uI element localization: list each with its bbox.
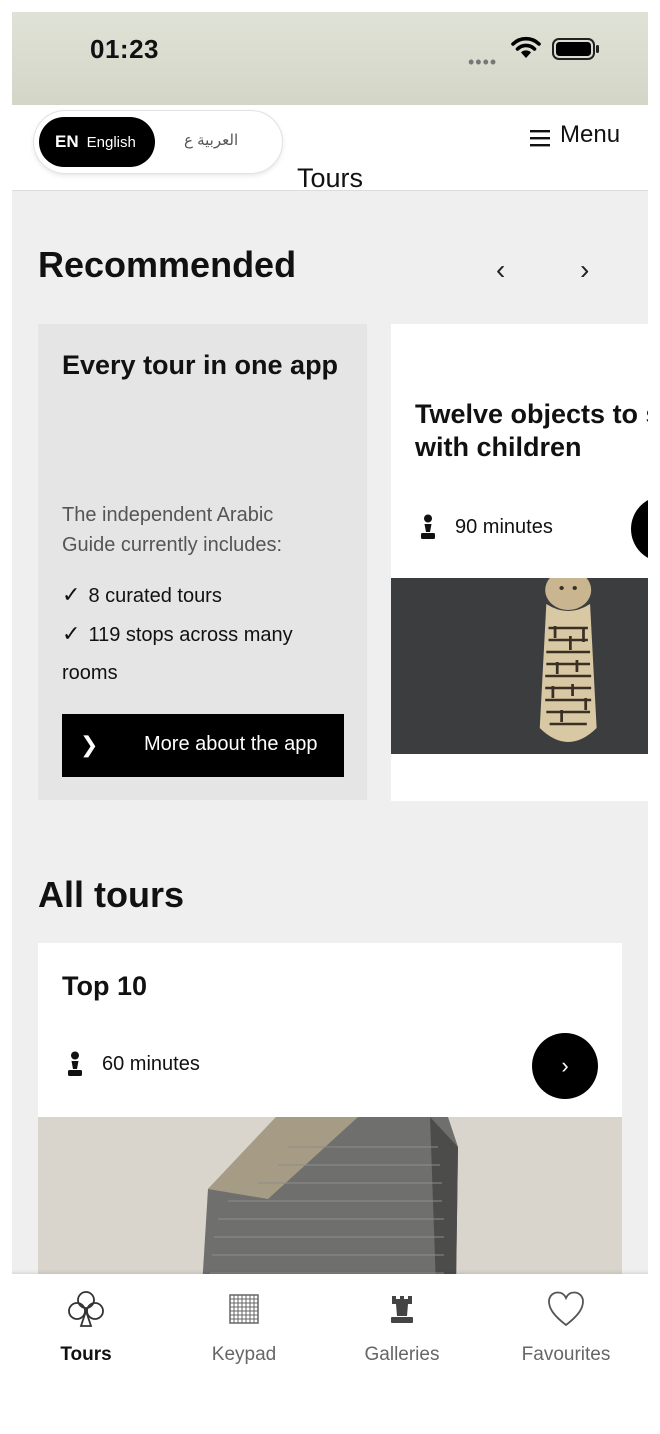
chevron-right-icon: ❯ bbox=[80, 732, 99, 757]
menu-label: Menu bbox=[560, 121, 621, 148]
tab-label: Keypad bbox=[211, 1344, 277, 1365]
language-arabic-button[interactable]: العربية ع bbox=[184, 131, 238, 149]
status-bar: 01:23 •••• bbox=[12, 12, 648, 105]
tab-label: Favourites bbox=[521, 1344, 611, 1365]
tour-card-top-10[interactable]: Top 10 60 minutes › bbox=[38, 943, 622, 1283]
carousel-next-button[interactable]: › bbox=[580, 254, 589, 286]
tour-duration: 60 minutes bbox=[66, 1051, 200, 1077]
list-item-text: 119 stops across many rooms bbox=[62, 624, 293, 684]
checkmark-icon: ✓ bbox=[62, 621, 81, 646]
tour-card-title: Twelve objects to s with children bbox=[415, 398, 648, 464]
app-info-description: The independent Arabic Guide currently i… bbox=[62, 504, 283, 556]
tour-duration-text: 90 minutes bbox=[455, 515, 553, 538]
tour-duration: 90 minutes bbox=[419, 514, 553, 540]
pawn-icon bbox=[68, 1051, 82, 1076]
tour-card-title-line: Twelve objects to s bbox=[415, 399, 648, 429]
more-about-app-button[interactable]: ❯ More about the app bbox=[62, 714, 344, 777]
menu-button[interactable]: Menu bbox=[530, 121, 620, 149]
more-about-app-label: More about the app bbox=[144, 733, 318, 755]
tab-keypad[interactable]: Keypad bbox=[174, 1286, 314, 1366]
phone-screen: 01:23 •••• EN English العربية ع Menu Tou… bbox=[12, 12, 648, 1434]
wifi-icon bbox=[511, 36, 541, 58]
mummy-coffin-image bbox=[391, 578, 648, 754]
tour-go-button[interactable] bbox=[631, 496, 648, 562]
language-english-button[interactable]: EN English bbox=[39, 117, 155, 167]
list-item: ✓ 8 curated tours bbox=[62, 576, 332, 615]
heart-icon bbox=[548, 1291, 584, 1327]
rosetta-stone-image bbox=[38, 1117, 622, 1283]
carousel-prev-button[interactable]: ‹ bbox=[496, 254, 505, 286]
club-icon bbox=[68, 1291, 104, 1327]
battery-icon bbox=[552, 38, 599, 60]
list-item-text: 8 curated tours bbox=[88, 585, 222, 607]
rook-icon bbox=[391, 1296, 413, 1323]
tour-duration-text: 60 minutes bbox=[102, 1052, 200, 1075]
tab-tours[interactable]: Tours bbox=[16, 1286, 156, 1366]
app-info-card: Every tour in one app The independent Ar… bbox=[38, 324, 367, 800]
cellular-signal-icon: •••• bbox=[468, 52, 498, 72]
keypad-grid-icon bbox=[229, 1294, 259, 1324]
tour-card-title-line: with children bbox=[415, 432, 582, 462]
all-tours-heading: All tours bbox=[38, 874, 185, 915]
hamburger-icon bbox=[530, 130, 550, 147]
page-title: Tours bbox=[296, 163, 364, 193]
list-item: ✓ 119 stops across many rooms bbox=[62, 615, 332, 692]
app-header: EN English العربية ع Menu Tours bbox=[12, 105, 648, 193]
language-code: EN bbox=[55, 132, 79, 151]
bottom-tab-bar: Tours Keypad Galleries Favourites bbox=[12, 1274, 648, 1434]
pawn-icon bbox=[421, 514, 435, 539]
tab-galleries[interactable]: Galleries bbox=[332, 1286, 472, 1366]
tour-card-title: Top 10 bbox=[62, 971, 148, 1001]
language-label: English bbox=[86, 133, 136, 151]
app-info-list: ✓ 8 curated tours ✓ 119 stops across many … bbox=[62, 576, 332, 692]
tour-card-twelve-objects[interactable]: Twelve objects to s with children 90 min… bbox=[391, 324, 648, 801]
checkmark-icon: ✓ bbox=[62, 582, 81, 607]
recommended-heading: Recommended bbox=[38, 244, 297, 285]
app-info-heading: Every tour in one app bbox=[62, 350, 339, 380]
tab-favourites[interactable]: Favourites bbox=[496, 1286, 636, 1366]
status-time: 01:23 bbox=[90, 34, 159, 64]
tab-label: Galleries bbox=[364, 1344, 440, 1365]
tab-label: Tours bbox=[60, 1344, 112, 1365]
tour-go-button[interactable]: › bbox=[532, 1033, 598, 1099]
